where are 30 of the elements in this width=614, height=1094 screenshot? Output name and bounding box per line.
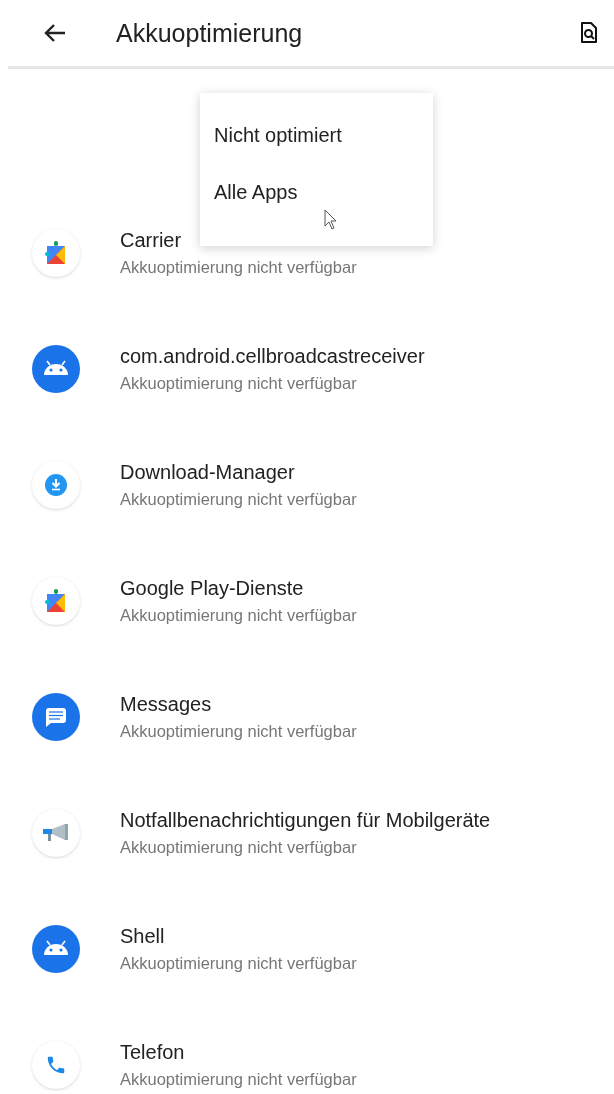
app-name: Google Play-Dienste — [120, 577, 304, 600]
app-status: Akkuoptimierung nicht verfügbar — [120, 490, 357, 509]
menu-item[interactable]: Alle Apps — [200, 164, 433, 221]
android-icon — [32, 925, 80, 973]
app-status: Akkuoptimierung nicht verfügbar — [120, 954, 357, 973]
app-name: Download-Manager — [120, 461, 295, 484]
download-icon — [45, 474, 67, 496]
app-status: Akkuoptimierung nicht verfügbar — [120, 258, 357, 277]
back-arrow-icon — [44, 23, 66, 43]
android-icon — [32, 345, 80, 393]
app-status: Akkuoptimierung nicht verfügbar — [120, 838, 357, 857]
app-name: Notfallbenachrichtigungen für Mobilgeräte — [120, 809, 491, 832]
document-search-icon — [580, 22, 598, 44]
app-status: Akkuoptimierung nicht verfügbar — [120, 606, 357, 625]
megaphone-icon — [43, 824, 69, 842]
mouse-pointer-icon — [324, 209, 338, 231]
app-name: Carrier — [120, 229, 182, 252]
app-status: Akkuoptimierung nicht verfügbar — [120, 1070, 357, 1089]
puzzle-icon — [45, 589, 67, 613]
app-name: Messages — [120, 693, 212, 716]
puzzle-icon — [45, 241, 67, 265]
app-status: Akkuoptimierung nicht verfügbar — [120, 722, 357, 741]
app-status: Akkuoptimierung nicht verfügbar — [120, 374, 357, 393]
app-name: com.android.cellbroadcastreceiver — [120, 345, 425, 368]
app-name: Telefon — [120, 1041, 185, 1064]
phone-icon — [45, 1054, 67, 1076]
menu-item[interactable]: Nicht optimiert — [200, 107, 433, 164]
page-title: Akkuoptimierung — [116, 18, 304, 48]
app-name: Shell — [120, 925, 165, 948]
message-icon — [32, 693, 80, 741]
